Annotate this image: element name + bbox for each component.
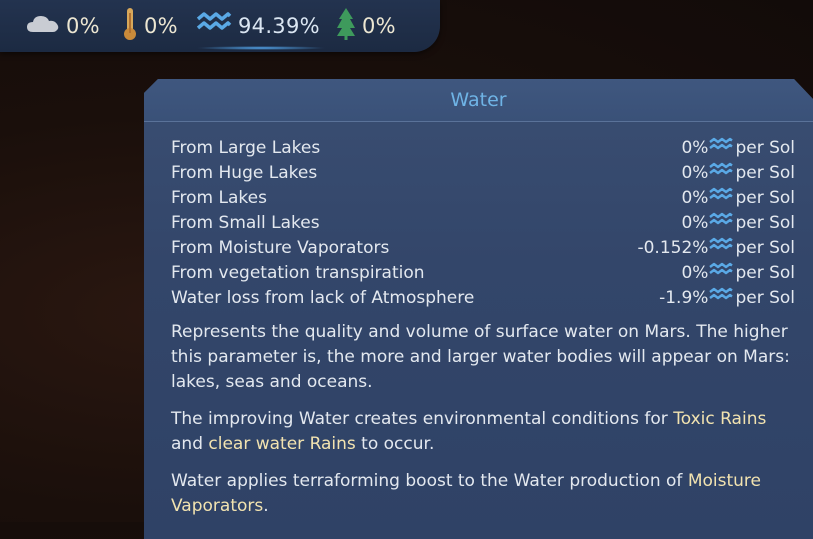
panel-title: Water — [144, 79, 813, 122]
breakdown-row: From Moisture Vaporators -0.152% per Sol — [171, 235, 795, 260]
water-waves-icon — [196, 11, 232, 41]
water-waves-icon — [709, 262, 734, 283]
row-value: 0% — [681, 212, 709, 233]
row-value: 0% — [681, 162, 709, 183]
temperature-value: 0% — [144, 14, 178, 38]
cloud-icon — [26, 14, 60, 38]
row-label: From Lakes — [171, 187, 267, 208]
description-paragraph: Represents the quality and volume of sur… — [171, 322, 790, 392]
row-unit: per Sol — [735, 212, 795, 233]
water-breakdown-list: From Large Lakes 0% per Sol From Huge Lak… — [171, 135, 795, 310]
row-unit: per Sol — [735, 162, 795, 183]
row-label: From vegetation transpiration — [171, 262, 425, 283]
resource-bar: 0% 0% 94.39% 0% — [0, 0, 440, 52]
row-label: From Small Lakes — [171, 212, 320, 233]
breakdown-row: From Large Lakes 0% per Sol — [171, 135, 795, 160]
water-selected-glow — [196, 46, 326, 50]
vegetation-value: 0% — [362, 14, 396, 38]
description-paragraph: Water applies terraforming boost to the … — [171, 469, 796, 519]
stat-clouds[interactable]: 0% — [26, 10, 100, 42]
row-label: From Moisture Vaporators — [171, 237, 390, 258]
row-unit: per Sol — [735, 237, 795, 258]
water-waves-icon — [709, 162, 734, 183]
water-waves-icon — [709, 187, 734, 208]
row-label: Water loss from lack of Atmosphere — [171, 287, 475, 308]
text-segment: . — [263, 496, 269, 516]
water-waves-icon — [709, 237, 734, 258]
row-unit: per Sol — [735, 187, 795, 208]
clear-water-rains-link[interactable]: clear water Rains — [208, 434, 355, 454]
row-value: 0% — [681, 262, 709, 283]
clouds-value: 0% — [66, 14, 100, 38]
text-segment: Water applies terraforming boost to the … — [171, 471, 688, 491]
breakdown-row: From Lakes 0% per Sol — [171, 185, 795, 210]
tree-icon — [336, 7, 356, 45]
water-waves-icon — [709, 212, 734, 233]
water-value: 94.39% — [238, 14, 320, 38]
row-value: -1.9% — [659, 287, 709, 308]
text-segment: The improving Water creates environmenta… — [171, 409, 674, 429]
breakdown-row: From vegetation transpiration 0% per Sol — [171, 260, 795, 285]
row-label: From Large Lakes — [171, 137, 321, 158]
stat-water[interactable]: 94.39% — [196, 10, 320, 42]
water-waves-icon — [709, 287, 734, 308]
row-value: 0% — [681, 137, 709, 158]
water-tooltip-panel: Water From Large Lakes 0% per Sol From Hu… — [144, 79, 813, 539]
breakdown-row: Water loss from lack of Atmosphere -1.9%… — [171, 285, 795, 310]
stat-vegetation[interactable]: 0% — [336, 7, 396, 45]
description-paragraph: The improving Water creates environmenta… — [171, 407, 796, 457]
breakdown-row: From Small Lakes 0% per Sol — [171, 210, 795, 235]
water-waves-icon — [709, 137, 734, 158]
stat-temperature[interactable]: 0% — [122, 7, 178, 45]
row-unit: per Sol — [735, 137, 795, 158]
breakdown-row: From Huge Lakes 0% per Sol — [171, 160, 795, 185]
row-unit: per Sol — [735, 287, 795, 308]
toxic-rains-link[interactable]: Toxic Rains — [673, 409, 766, 429]
text-segment: and — [171, 434, 209, 454]
row-value: 0% — [681, 187, 709, 208]
text-segment: to occur. — [355, 434, 435, 454]
row-label: From Huge Lakes — [171, 162, 318, 183]
thermometer-icon — [122, 7, 138, 45]
row-unit: per Sol — [735, 262, 795, 283]
row-value: -0.152% — [637, 237, 709, 258]
